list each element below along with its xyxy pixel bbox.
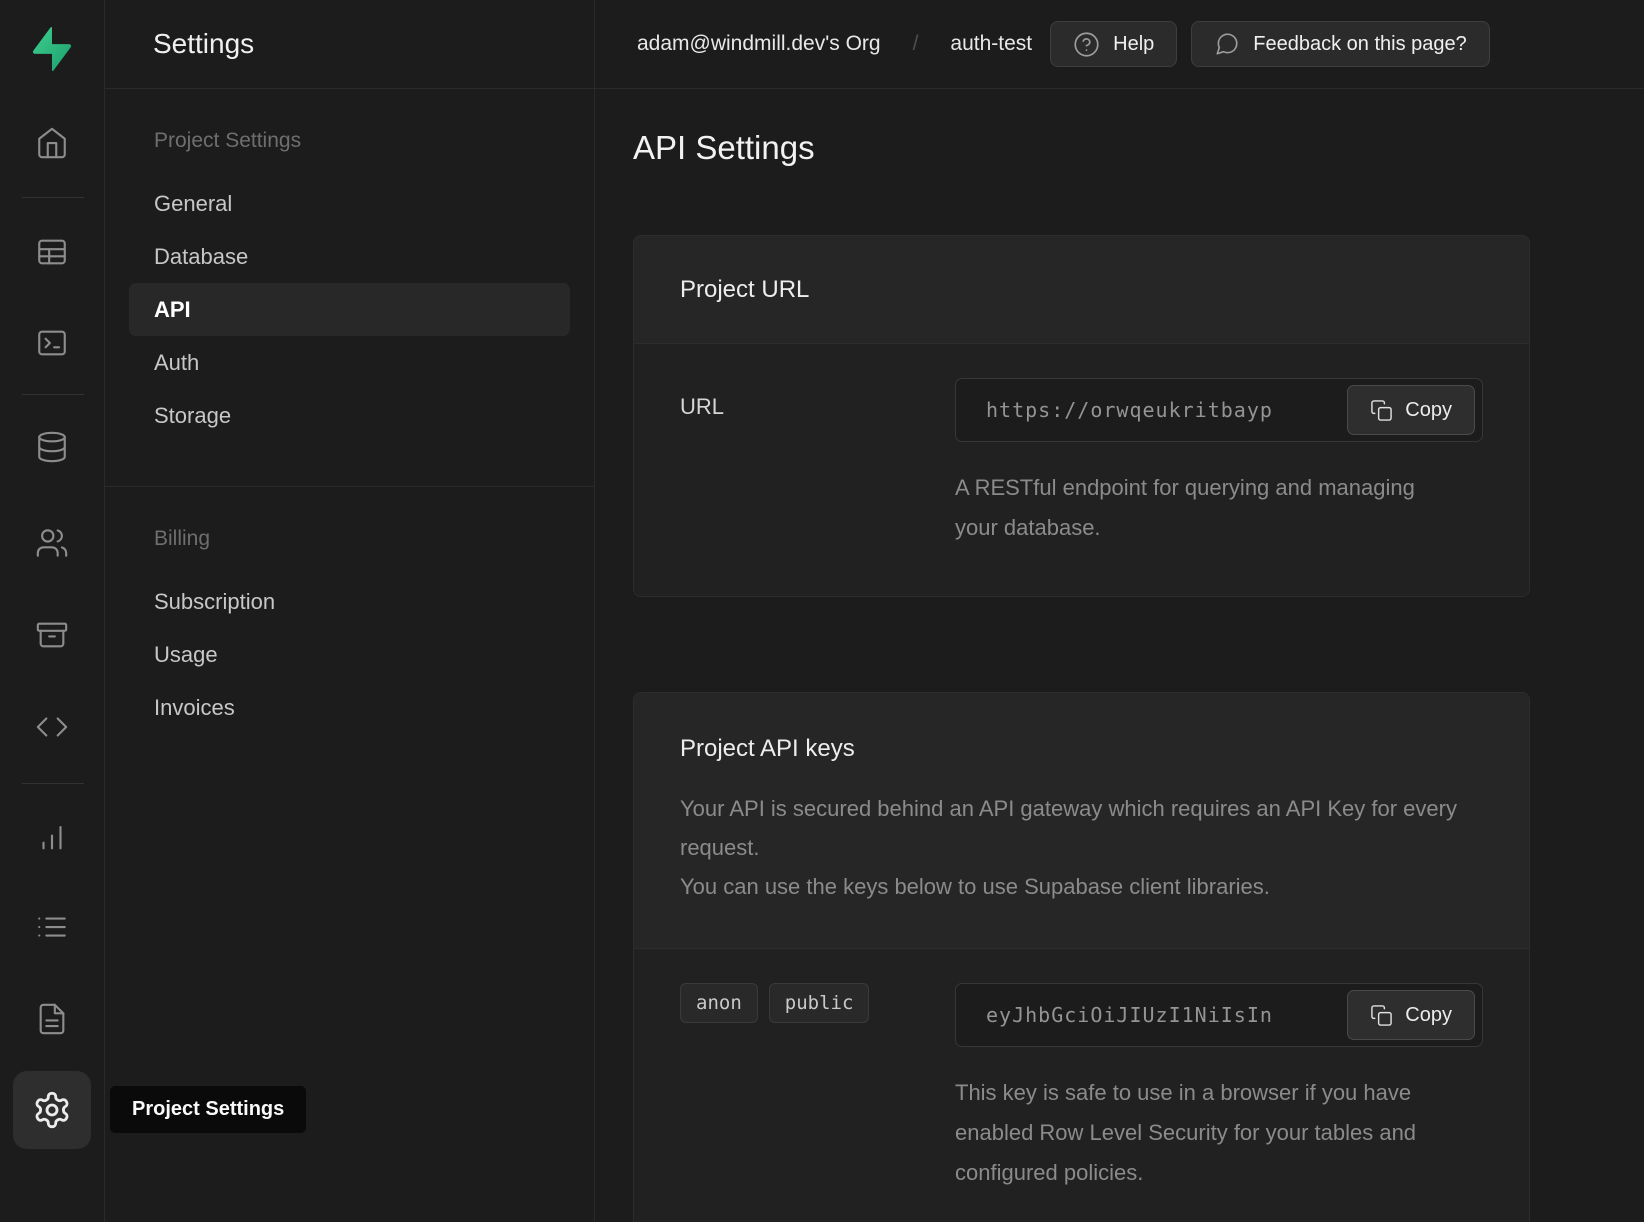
section-heading-billing: Billing	[129, 527, 570, 551]
key-badges: anon public	[680, 983, 955, 1023]
table-icon	[35, 235, 69, 269]
anon-key-input[interactable]: eyJhbGciOiJIUzI1NiIsIn Copy	[955, 983, 1483, 1047]
sidebar-nav: Project Settings General Database API Au…	[105, 89, 594, 734]
api-keys-card-header: Project API keys Your API is secured beh…	[634, 693, 1529, 948]
icon-rail	[0, 0, 105, 1222]
sidebar-title: Settings	[153, 28, 254, 60]
help-circle-icon	[1073, 31, 1100, 58]
project-url-value: https://orwqeukritbayp	[986, 398, 1273, 422]
anon-badge: anon	[680, 983, 758, 1023]
api-keys-card-title: Project API keys	[680, 735, 1483, 763]
message-bubble-icon	[1214, 31, 1240, 57]
top-header: adam@windmill.dev's Org / auth-test Help…	[595, 0, 1644, 89]
project-url-card-header: Project URL	[634, 236, 1529, 343]
supabase-logo[interactable]	[29, 26, 75, 72]
help-button-label: Help	[1113, 33, 1154, 56]
nav-storage-button[interactable]	[28, 611, 76, 659]
api-keys-description-line-2: You can use the keys below to use Supaba…	[680, 867, 1480, 906]
breadcrumb-separator: /	[913, 32, 919, 56]
sidebar-item-subscription[interactable]: Subscription	[129, 575, 570, 628]
section-heading-project-settings: Project Settings	[129, 129, 570, 153]
sidebar-item-general[interactable]: General	[129, 177, 570, 230]
nav-database-button[interactable]	[28, 423, 76, 471]
page-title: API Settings	[633, 125, 1644, 171]
sidebar-item-api[interactable]: API	[129, 283, 570, 336]
nav-sql-editor-button[interactable]	[28, 319, 76, 367]
breadcrumb-project[interactable]: auth-test	[950, 32, 1032, 56]
main-content: API Settings Project URL URL https://orw…	[595, 89, 1644, 1222]
home-icon	[35, 126, 69, 160]
code-icon	[35, 710, 69, 744]
sidebar-item-auth[interactable]: Auth	[129, 336, 570, 389]
copy-url-button-label: Copy	[1405, 399, 1452, 422]
api-keys-card-description: Your API is secured behind an API gatewa…	[680, 789, 1480, 906]
nav-home-button[interactable]	[28, 119, 76, 167]
copy-icon	[1370, 399, 1393, 422]
sidebar-item-invoices[interactable]: Invoices	[129, 681, 570, 734]
anon-key-description: This key is safe to use in a browser if …	[955, 1073, 1465, 1193]
rail-divider	[22, 197, 84, 198]
nav-logs-button[interactable]	[28, 903, 76, 951]
file-text-icon	[35, 1002, 69, 1036]
nav-auth-button[interactable]	[28, 519, 76, 567]
project-url-input[interactable]: https://orwqeukritbayp Copy	[955, 378, 1483, 442]
sidebar-section-divider	[105, 486, 594, 487]
project-api-keys-card: Project API keys Your API is secured beh…	[633, 692, 1530, 1222]
users-icon	[35, 526, 69, 560]
copy-icon	[1370, 1004, 1393, 1027]
sidebar-item-database[interactable]: Database	[129, 230, 570, 283]
api-keys-description-line-1: Your API is secured behind an API gatewa…	[680, 789, 1480, 867]
supabase-bolt-icon	[30, 27, 74, 71]
nav-reports-button[interactable]	[28, 813, 76, 861]
api-keys-card-body: anon public eyJhbGciOiJIUzI1NiIsIn Copy …	[634, 948, 1529, 1222]
project-settings-tooltip: Project Settings	[110, 1086, 306, 1133]
nav-table-editor-button[interactable]	[28, 228, 76, 276]
project-url-card-title: Project URL	[680, 276, 809, 304]
feedback-button-label: Feedback on this page?	[1253, 33, 1467, 56]
anon-key-value: eyJhbGciOiJIUzI1NiIsIn	[986, 1003, 1273, 1027]
archive-icon	[35, 618, 69, 652]
public-badge: public	[769, 983, 870, 1023]
app-root: Project Settings Settings Project Settin…	[0, 0, 1644, 1222]
bar-chart-icon	[35, 820, 69, 854]
gear-icon	[32, 1090, 72, 1130]
project-url-card: Project URL URL https://orwqeukritbayp C…	[633, 235, 1530, 597]
help-button[interactable]: Help	[1050, 21, 1177, 67]
sidebar-header: Settings	[105, 0, 594, 89]
url-field-label: URL	[680, 378, 955, 420]
project-url-card-body: URL https://orwqeukritbayp Copy A RESTfu…	[634, 343, 1529, 596]
list-icon	[35, 910, 69, 944]
database-icon	[35, 430, 69, 464]
sidebar-item-usage[interactable]: Usage	[129, 628, 570, 681]
copy-anon-key-button[interactable]: Copy	[1347, 990, 1475, 1040]
nav-project-settings-button[interactable]	[13, 1071, 91, 1149]
project-url-description: A RESTful endpoint for querying and mana…	[955, 468, 1445, 548]
copy-url-button[interactable]: Copy	[1347, 385, 1475, 435]
nav-functions-button[interactable]	[28, 703, 76, 751]
rail-divider	[22, 394, 84, 395]
settings-sidebar: Settings Project Settings General Databa…	[105, 0, 595, 1222]
breadcrumb-org[interactable]: adam@windmill.dev's Org	[637, 32, 881, 56]
terminal-icon	[35, 326, 69, 360]
rail-divider	[22, 783, 84, 784]
feedback-button[interactable]: Feedback on this page?	[1191, 21, 1490, 67]
copy-anon-key-button-label: Copy	[1405, 1004, 1452, 1027]
nav-docs-button[interactable]	[28, 995, 76, 1043]
sidebar-item-storage[interactable]: Storage	[129, 389, 570, 442]
